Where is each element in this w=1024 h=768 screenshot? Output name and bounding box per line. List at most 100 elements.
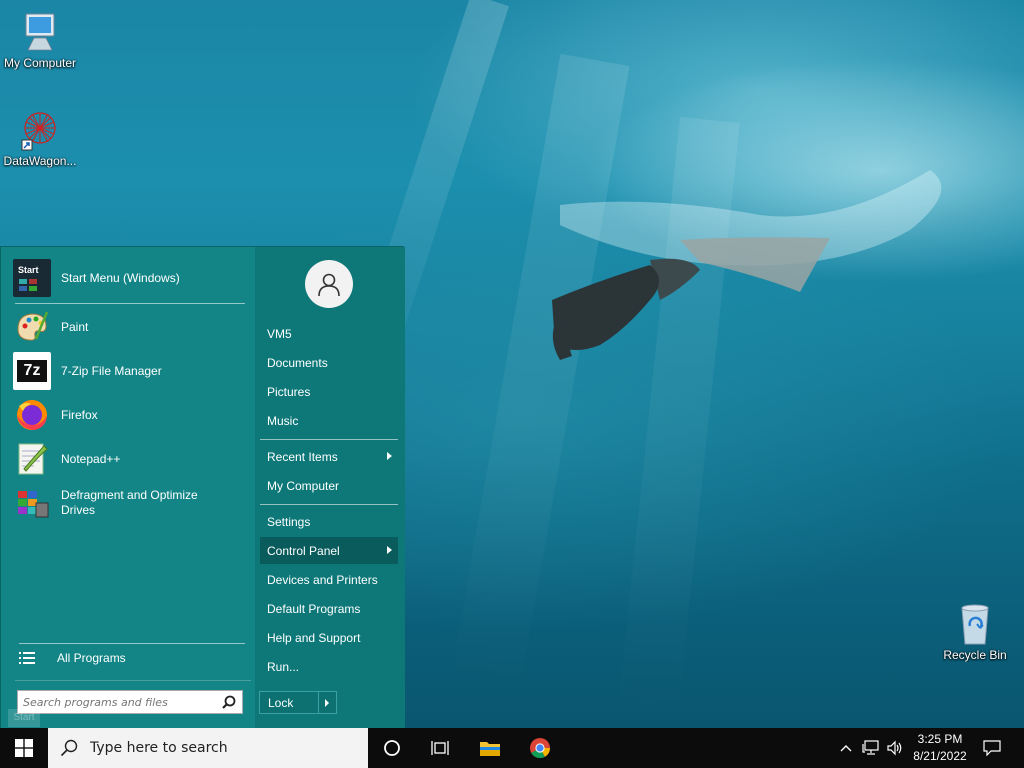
divider	[260, 504, 398, 505]
search-icon[interactable]	[222, 695, 236, 709]
menu-item-documents[interactable]: Documents	[260, 349, 398, 376]
program-firefox[interactable]: Firefox	[13, 396, 249, 434]
program-defrag[interactable]: Defragment and Optimize Drives	[13, 484, 249, 522]
cortana-button[interactable]	[368, 728, 416, 768]
start-menu: Start Start Menu (Windows) Paint 7z 7-Zi…	[0, 246, 405, 729]
chrome-icon	[530, 738, 551, 759]
divider	[260, 439, 398, 440]
menu-item-my-computer[interactable]: My Computer	[260, 472, 398, 499]
program-label: Notepad++	[61, 451, 121, 466]
start-menu-icon: Start	[13, 259, 51, 297]
paint-icon	[13, 308, 51, 346]
notifications-button[interactable]	[978, 728, 1006, 768]
program-label: Defragment and Optimize Drives	[61, 488, 198, 517]
menu-item-music[interactable]: Music	[260, 407, 398, 434]
all-programs-label: All Programs	[57, 651, 126, 665]
menu-item-label: Pictures	[267, 384, 311, 399]
network-icon	[862, 740, 879, 755]
file-explorer-button[interactable]	[466, 728, 514, 768]
menu-item-help-support[interactable]: Help and Support	[260, 624, 398, 651]
divider	[15, 303, 245, 304]
cortana-icon	[384, 740, 400, 756]
light-ray	[617, 116, 740, 720]
search-input[interactable]	[18, 691, 214, 713]
chevron-right-icon[interactable]	[325, 698, 329, 707]
notepadpp-icon	[13, 440, 51, 478]
divider	[318, 692, 319, 713]
program-label: Start Menu (Windows)	[61, 270, 180, 285]
task-view-button[interactable]	[416, 728, 464, 768]
folder-icon	[480, 742, 500, 756]
menu-item-label: Settings	[267, 514, 311, 529]
menu-item-label: My Computer	[267, 478, 340, 493]
user-icon	[318, 273, 340, 297]
list-icon	[19, 652, 35, 664]
program-label: 7-Zip File Manager	[61, 363, 162, 378]
program-search-box[interactable]	[17, 690, 243, 714]
desktop-icon-label: My Computer	[3, 56, 77, 70]
notification-icon	[983, 740, 1001, 756]
chrome-button[interactable]	[516, 728, 564, 768]
desktop-icon-label: DataWagon...	[3, 154, 77, 168]
menu-item-label: VM5	[267, 326, 292, 341]
lock-button[interactable]: Lock	[259, 691, 337, 714]
search-icon	[60, 739, 78, 757]
taskbar-search-box[interactable]: Type here to search	[48, 728, 368, 768]
desktop-icon-label: Recycle Bin	[943, 648, 1007, 662]
program-label: Firefox	[61, 407, 98, 422]
menu-item-label: Control Panel	[267, 543, 340, 558]
start-button[interactable]	[0, 728, 48, 768]
menu-item-label: Help and Support	[267, 630, 361, 645]
menu-item-settings[interactable]: Settings	[260, 508, 398, 535]
program-paint[interactable]: Paint	[13, 308, 249, 346]
menu-item-user[interactable]: VM5	[260, 320, 398, 347]
start-tooltip: Start	[8, 709, 40, 727]
windows-logo-icon	[15, 739, 33, 757]
7zip-icon-text: 7z	[17, 360, 47, 382]
clock-time: 3:25 PM	[917, 732, 963, 746]
chevron-right-icon	[387, 546, 392, 554]
desktop-icon-recycle-bin[interactable]: Recycle Bin	[935, 602, 1015, 662]
menu-item-run[interactable]: Run...	[260, 653, 398, 680]
program-start-menu[interactable]: Start Start Menu (Windows)	[13, 259, 249, 297]
speaker-icon	[887, 740, 902, 756]
menu-item-label: Documents	[267, 355, 328, 370]
taskbar-search-text: Type here to search	[90, 740, 228, 756]
menu-item-label: Recent Items	[267, 449, 338, 464]
menu-item-label: Devices and Printers	[267, 572, 378, 587]
program-label: Paint	[61, 319, 89, 334]
taskbar: Type here to search 3:25 PM 8/21/2022	[0, 728, 1024, 768]
svg-text:Start: Start	[18, 265, 39, 275]
menu-item-pictures[interactable]: Pictures	[260, 378, 398, 405]
network-button[interactable]	[860, 728, 882, 768]
recycle-bin-icon	[961, 604, 989, 645]
menu-item-label: Music	[267, 413, 299, 428]
chevron-up-icon	[840, 745, 852, 752]
program-7zip[interactable]: 7z 7-Zip File Manager	[13, 352, 249, 390]
light-ray	[449, 53, 630, 697]
desktop-icon-my-computer[interactable]: My Computer	[0, 10, 80, 70]
all-programs-button[interactable]: All Programs	[19, 651, 126, 665]
volume-button[interactable]	[884, 728, 906, 768]
lock-label: Lock	[268, 695, 294, 710]
program-notepadpp[interactable]: Notepad++	[13, 440, 249, 478]
user-avatar[interactable]	[305, 260, 353, 308]
system-clock[interactable]: 3:25 PM 8/21/2022	[906, 731, 974, 765]
firefox-icon	[13, 396, 51, 434]
start-menu-places-pane: VM5 Documents Pictures Music Recent Item…	[255, 247, 405, 729]
desktop-icon-datawagon[interactable]: DataWagon...	[0, 108, 80, 168]
divider	[15, 680, 251, 681]
menu-item-devices-printers[interactable]: Devices and Printers	[260, 566, 398, 593]
show-hidden-icons-button[interactable]	[838, 728, 854, 768]
defrag-icon	[13, 484, 51, 522]
menu-item-control-panel[interactable]: Control Panel	[260, 537, 398, 564]
menu-item-recent-items[interactable]: Recent Items	[260, 443, 398, 470]
menu-item-default-programs[interactable]: Default Programs	[260, 595, 398, 622]
chevron-right-icon	[387, 452, 392, 460]
menu-item-label: Default Programs	[267, 601, 361, 616]
clock-date: 8/21/2022	[913, 749, 967, 763]
start-menu-programs-pane: Start Start Menu (Windows) Paint 7z 7-Zi…	[1, 247, 255, 729]
datawagon-icon	[21, 112, 56, 151]
7zip-icon: 7z	[13, 352, 51, 390]
computer-icon	[25, 13, 55, 51]
